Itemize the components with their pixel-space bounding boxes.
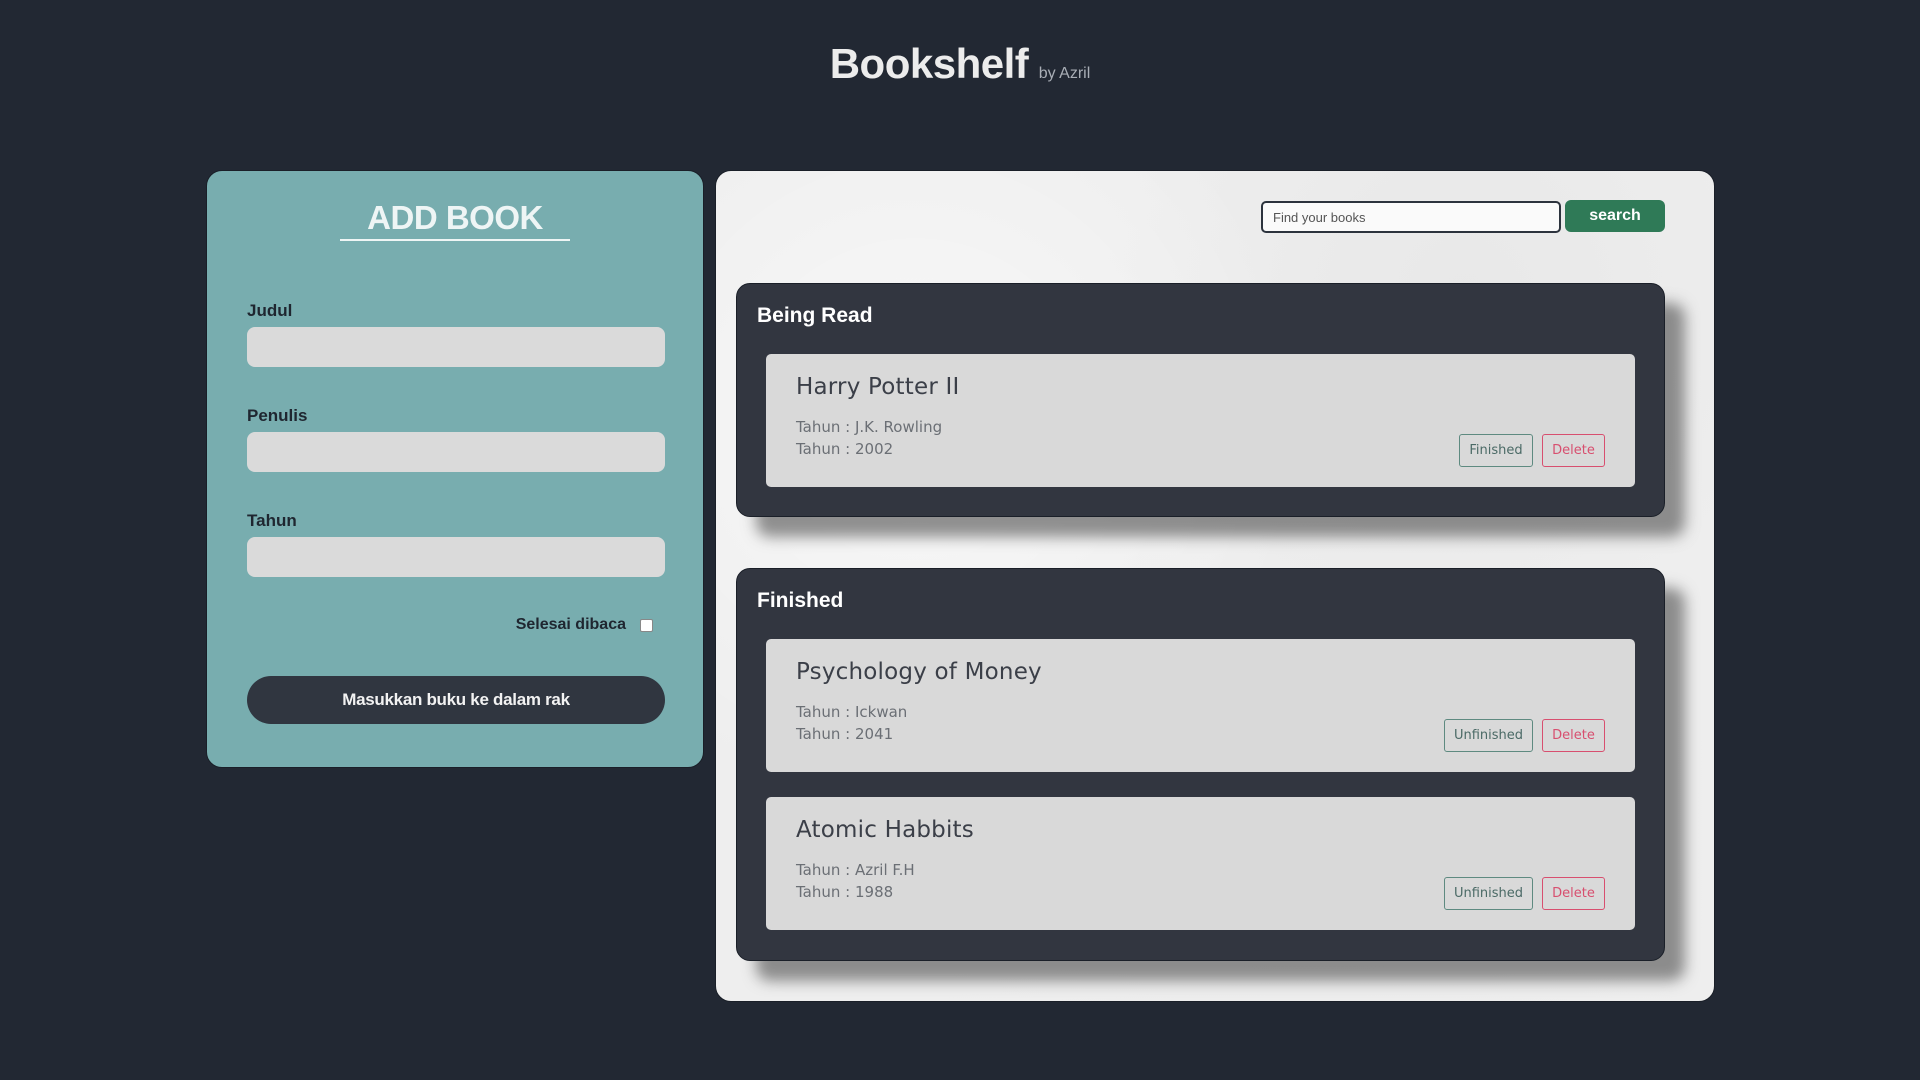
being-read-shelf: Being Read Harry Potter II Tahun : J.K. … [736, 283, 1665, 517]
judul-field: Judul [247, 301, 665, 367]
finished-title: Finished [757, 589, 844, 612]
delete-button[interactable]: Delete [1542, 877, 1605, 910]
search-button[interactable]: search [1565, 200, 1665, 232]
finished-shelf: Finished Psychology of Money Tahun : Ick… [736, 568, 1665, 961]
book-title: Psychology of Money [796, 659, 1042, 685]
book-title: Atomic Habbits [796, 817, 974, 843]
penulis-input[interactable] [247, 432, 665, 472]
tahun-label: Tahun [247, 511, 297, 530]
book-card: Harry Potter II Tahun : J.K. Rowling Tah… [766, 354, 1635, 487]
delete-button[interactable]: Delete [1542, 719, 1605, 752]
book-card: Atomic Habbits Tahun : Azril F.H Tahun :… [766, 797, 1635, 930]
unfinished-button[interactable]: Unfinished [1444, 877, 1533, 910]
judul-label: Judul [247, 301, 293, 320]
being-read-title: Being Read [757, 304, 873, 327]
penulis-field: Penulis [247, 406, 665, 472]
bookshelf-panel: Find your books search Being Read Harry … [715, 170, 1715, 1002]
selesai-dibaca-row: Selesai dibaca [516, 616, 653, 634]
book-title: Harry Potter II [796, 374, 960, 400]
tahun-input[interactable] [247, 537, 665, 577]
add-book-title: ADD BOOK [340, 199, 570, 241]
book-card: Psychology of Money Tahun : Ickwan Tahun… [766, 639, 1635, 772]
app-subtitle: by Azril [1038, 65, 1091, 82]
selesai-dibaca-checkbox[interactable] [640, 618, 653, 632]
submit-book-button[interactable]: Masukkan buku ke dalam rak [247, 676, 665, 724]
add-book-panel: ADD BOOK Judul Penulis Tahun Selesai dib… [206, 170, 704, 768]
penulis-label: Penulis [247, 406, 308, 425]
delete-button[interactable]: Delete [1542, 434, 1605, 467]
app-title: Bookshelf [829, 40, 1029, 87]
finished-button[interactable]: Finished [1459, 434, 1533, 467]
app-header: Bookshelf by Azril [0, 40, 1920, 88]
tahun-field: Tahun [247, 511, 665, 577]
unfinished-button[interactable]: Unfinished [1444, 719, 1533, 752]
search-input[interactable]: Find your books [1261, 201, 1561, 233]
judul-input[interactable] [247, 327, 665, 367]
selesai-dibaca-label: Selesai dibaca [515, 616, 626, 633]
